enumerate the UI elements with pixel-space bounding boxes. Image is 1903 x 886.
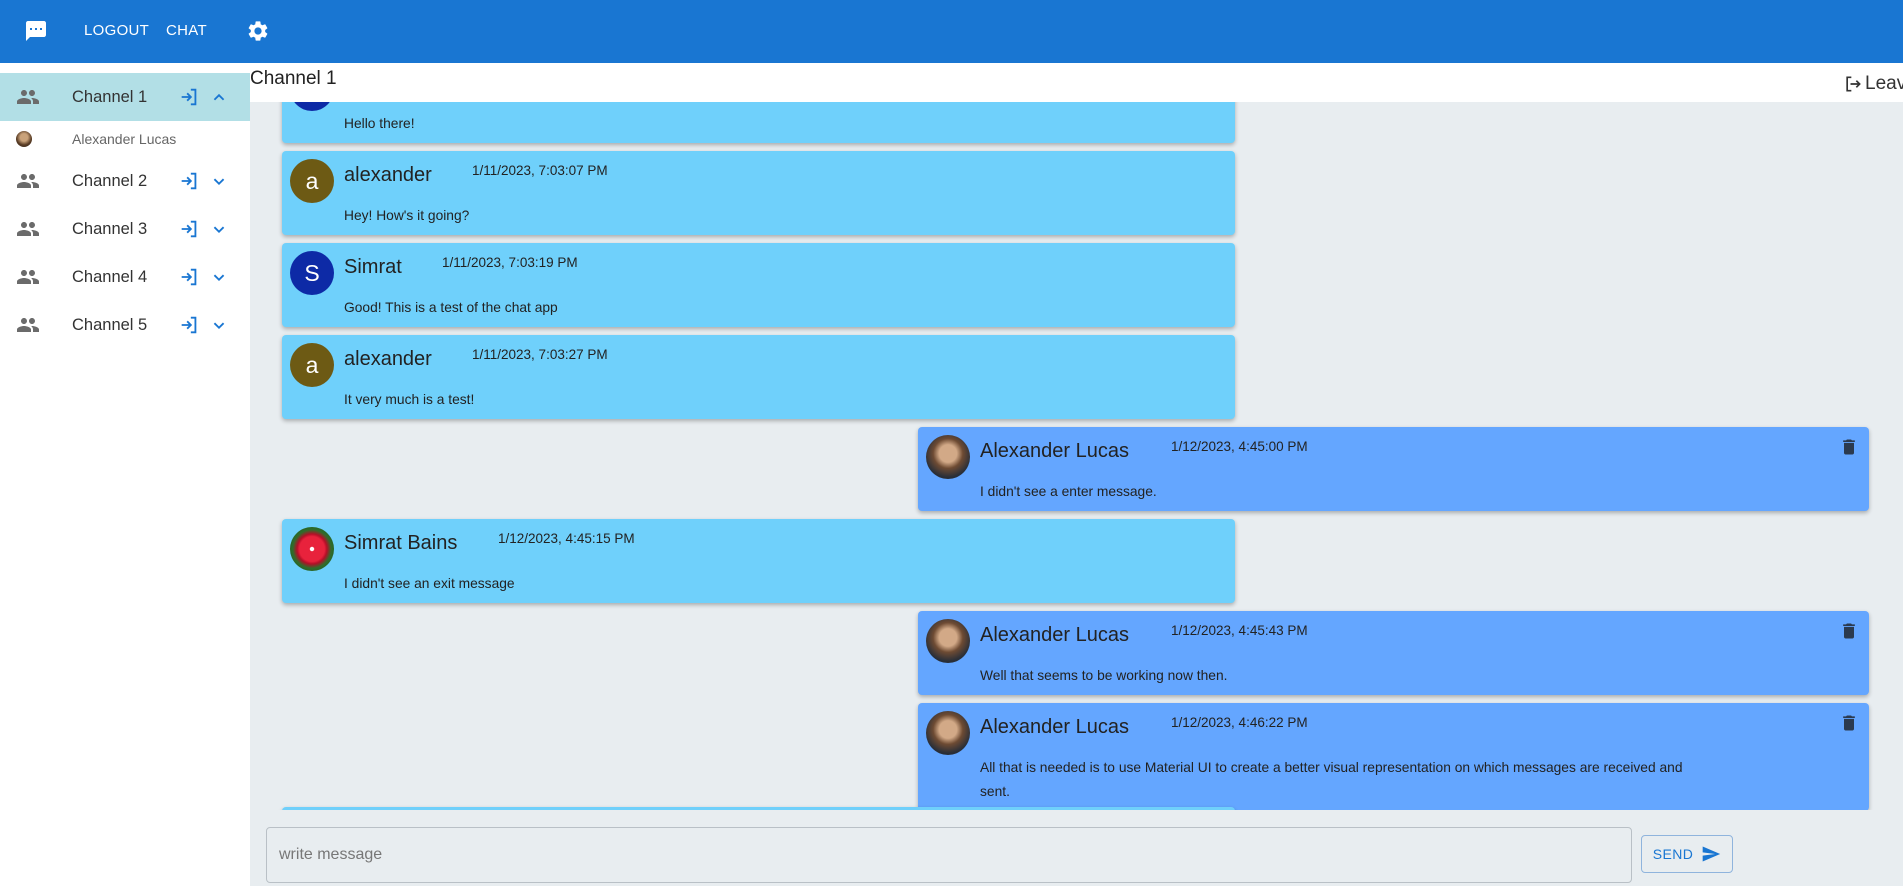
message-sender: Simrat (344, 256, 402, 278)
message-incoming: Hello there! (282, 102, 1235, 143)
avatar (16, 131, 32, 147)
message-incoming: S Simrat 1/11/2023, 7:03:19 PM Good! Thi… (282, 243, 1235, 327)
message-input[interactable] (266, 827, 1632, 883)
send-button[interactable]: SEND (1641, 835, 1733, 873)
group-icon (17, 90, 39, 104)
message-composer: SEND (250, 810, 1903, 886)
send-icon (1702, 846, 1721, 862)
leave-channel-button[interactable]: Leave (1843, 73, 1903, 95)
sidebar-item-channel-1[interactable]: Channel 1 (0, 73, 250, 121)
chevron-down-icon[interactable] (208, 266, 230, 288)
gear-icon[interactable] (246, 19, 270, 43)
channel-header: Channel 1 Leave (250, 63, 1903, 102)
message-timestamp: 1/12/2023, 4:45:43 PM (1171, 623, 1308, 638)
message-sender: Alexander Lucas (980, 440, 1129, 462)
message-sender: Alexander Lucas (980, 716, 1129, 738)
avatar (290, 102, 334, 111)
chevron-down-icon[interactable] (208, 218, 230, 240)
login-icon[interactable] (178, 314, 200, 336)
member-name: Alexander Lucas (72, 131, 177, 147)
message-list[interactable]: Hello there! a alexander 1/11/2023, 7:03… (250, 102, 1903, 810)
message-text: Good! This is a test of the chat app (344, 300, 558, 315)
message-timestamp: 1/12/2023, 4:45:00 PM (1171, 439, 1308, 454)
group-icon (17, 174, 39, 188)
avatar (290, 527, 334, 571)
avatar: a (290, 343, 334, 387)
message-timestamp: 1/11/2023, 7:03:27 PM (472, 347, 608, 362)
chevron-down-icon[interactable] (208, 170, 230, 192)
message-incoming: a alexander 1/11/2023, 7:03:27 PM It ver… (282, 335, 1235, 419)
group-icon (17, 222, 39, 236)
page-title: Channel 1 (250, 68, 337, 89)
group-icon (17, 318, 39, 332)
sidebar-item-channel-5[interactable]: Channel 5 (0, 301, 250, 349)
avatar (926, 435, 970, 479)
login-icon[interactable] (178, 170, 200, 192)
delete-icon[interactable] (1839, 621, 1859, 641)
message-incoming: Simrat Bains 1/12/2023, 4:45:15 PM I did… (282, 519, 1235, 603)
avatar: a (290, 159, 334, 203)
avatar: S (290, 251, 334, 295)
message-text: I didn't see an exit message (344, 576, 515, 591)
chevron-down-icon[interactable] (208, 314, 230, 336)
message-text: I didn't see a enter message. (980, 484, 1157, 499)
channel-label: Channel 2 (72, 171, 148, 190)
chat-main: Channel 1 Leave Hello there! a alexander… (250, 63, 1903, 886)
message-outgoing: Alexander Lucas 1/12/2023, 4:45:43 PM We… (918, 611, 1869, 695)
message-sender: alexander (344, 348, 432, 370)
group-icon (17, 270, 39, 284)
message-incoming: a alexander 1/11/2023, 7:03:07 PM Hey! H… (282, 151, 1235, 235)
delete-icon[interactable] (1839, 437, 1859, 457)
channel-label: Channel 3 (72, 219, 148, 238)
chevron-up-icon[interactable] (208, 86, 230, 108)
login-icon[interactable] (178, 266, 200, 288)
message-text: All that is needed is to use Material UI… (980, 760, 1683, 799)
send-label: SEND (1652, 846, 1694, 862)
message-text: Hey! How's it going? (344, 208, 470, 223)
message-timestamp: 1/11/2023, 7:03:19 PM (442, 255, 578, 270)
channel-label: Channel 1 (72, 87, 148, 106)
channel-member: Alexander Lucas (0, 121, 250, 157)
message-sender: Simrat Bains (344, 532, 458, 554)
logout-button[interactable]: LOGOUT (84, 22, 149, 39)
channel-sidebar: Channel 1 Alexander Lucas Channel 2 Chan… (0, 63, 250, 886)
message-text: It very much is a test! (344, 392, 475, 407)
chat-nav-button[interactable]: CHAT (166, 22, 207, 39)
channel-label: Channel 5 (72, 315, 148, 334)
message-text: Well that seems to be working now then. (980, 668, 1228, 683)
chat-bubble-icon[interactable] (24, 19, 48, 43)
app-bar: LOGOUT CHAT (0, 0, 1903, 63)
avatar (926, 711, 970, 755)
login-icon[interactable] (178, 218, 200, 240)
message-sender: alexander (344, 164, 432, 186)
message-outgoing: Alexander Lucas 1/12/2023, 4:46:22 PM Al… (918, 703, 1869, 810)
channel-label: Channel 4 (72, 267, 148, 286)
message-timestamp: 1/12/2023, 4:45:15 PM (498, 531, 635, 546)
sidebar-item-channel-2[interactable]: Channel 2 (0, 157, 250, 205)
avatar (926, 619, 970, 663)
login-icon[interactable] (178, 86, 200, 108)
message-sender: Alexander Lucas (980, 624, 1129, 646)
message-text: Hello there! (344, 116, 415, 131)
leave-label: Leave (1865, 73, 1903, 94)
message-timestamp: 1/12/2023, 4:46:22 PM (1171, 715, 1308, 730)
sidebar-item-channel-4[interactable]: Channel 4 (0, 253, 250, 301)
message-outgoing: Alexander Lucas 1/12/2023, 4:45:00 PM I … (918, 427, 1869, 511)
message-timestamp: 1/11/2023, 7:03:07 PM (472, 163, 608, 178)
delete-icon[interactable] (1839, 713, 1859, 733)
logout-icon (1846, 76, 1861, 92)
sidebar-item-channel-3[interactable]: Channel 3 (0, 205, 250, 253)
